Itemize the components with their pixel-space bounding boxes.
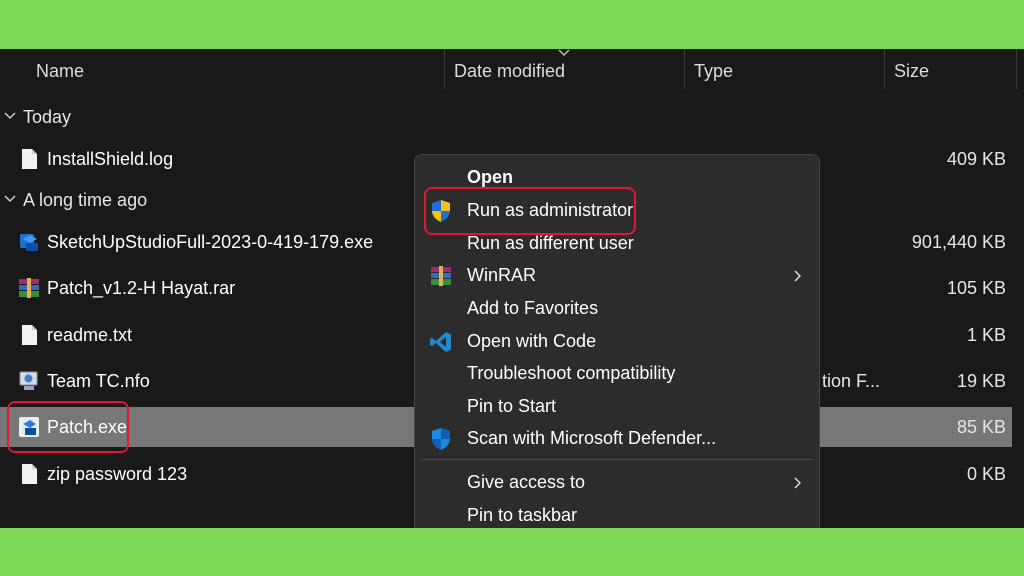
column-header-name[interactable]: Name [26, 49, 444, 93]
highlight-box [7, 401, 129, 453]
winrar-archive-icon [19, 278, 39, 298]
menu-item-winrar[interactable]: WinRAR [415, 259, 819, 292]
menu-item-open-with-code[interactable]: Open with Code [415, 325, 819, 358]
text-file-icon [22, 325, 37, 345]
file-size: 85 KB [956, 417, 1006, 437]
file-size: 19 KB [956, 371, 1006, 391]
file-explorer-window: Name Date modified Type Size Today Insta… [0, 49, 1024, 528]
menu-item-label: Open with Code [467, 331, 597, 351]
vscode-icon [430, 332, 451, 352]
chevron-down-icon [4, 112, 16, 120]
menu-item-pin-to-start[interactable]: Pin to Start [415, 390, 819, 423]
menu-item-label: Scan with Microsoft Defender... [467, 428, 717, 448]
highlight-box [424, 187, 636, 235]
file-size: 901,440 KB [911, 232, 1006, 252]
menu-item-label: Troubleshoot compatibility [467, 363, 676, 383]
menu-item-label: Add to Favorites [467, 298, 599, 318]
file-name: SketchUpStudioFull-2023-0-419-179.exe [47, 232, 374, 252]
file-size: 105 KB [946, 278, 1006, 298]
menu-item-label: Pin to taskbar [467, 505, 578, 525]
file-name: zip password 123 [47, 464, 188, 484]
group-label: Today [23, 107, 72, 127]
file-name: Patch_v1.2-H Hayat.rar [47, 278, 236, 298]
defender-shield-icon [432, 428, 450, 450]
file-size: 1 KB [966, 325, 1006, 345]
menu-item-give-access-to[interactable]: Give access to [415, 466, 819, 499]
file-name: InstallShield.log [47, 149, 174, 169]
chevron-right-icon [794, 477, 801, 489]
sketchup-installer-icon [20, 234, 38, 251]
blank-file-icon [22, 464, 37, 484]
chevron-down-icon [4, 195, 16, 203]
column-header-size[interactable]: Size [884, 49, 1014, 93]
menu-item-scan-with-defender[interactable]: Scan with Microsoft Defender... [415, 422, 819, 455]
nfo-file-icon [19, 371, 38, 390]
menu-item-label: Pin to Start [467, 396, 557, 416]
column-header-bar: Name Date modified Type Size [0, 49, 1024, 93]
file-size: 0 KB [966, 464, 1006, 484]
menu-separator [421, 459, 813, 460]
file-name: readme.txt [47, 325, 133, 345]
group-label: A long time ago [23, 190, 148, 210]
group-header-today[interactable]: Today [0, 100, 300, 134]
menu-item-label: Give access to [467, 472, 586, 492]
file-size: 409 KB [946, 149, 1006, 169]
column-divider[interactable] [1016, 49, 1017, 89]
column-header-type[interactable]: Type [684, 49, 884, 93]
menu-item-pin-to-taskbar[interactable]: Pin to taskbar [415, 499, 819, 528]
sort-chevron-icon [558, 49, 570, 57]
file-type-partial: tion F... [822, 371, 881, 391]
winrar-icon [431, 266, 451, 286]
file-name: Team TC.nfo [47, 371, 150, 391]
document-icon [22, 149, 37, 169]
menu-item-add-to-favorites[interactable]: Add to Favorites [415, 292, 819, 325]
menu-item-troubleshoot-compatibility[interactable]: Troubleshoot compatibility [415, 357, 819, 390]
chevron-right-icon [794, 270, 801, 282]
menu-item-label: WinRAR [467, 265, 537, 285]
group-header-long-ago[interactable]: A long time ago [0, 183, 300, 217]
